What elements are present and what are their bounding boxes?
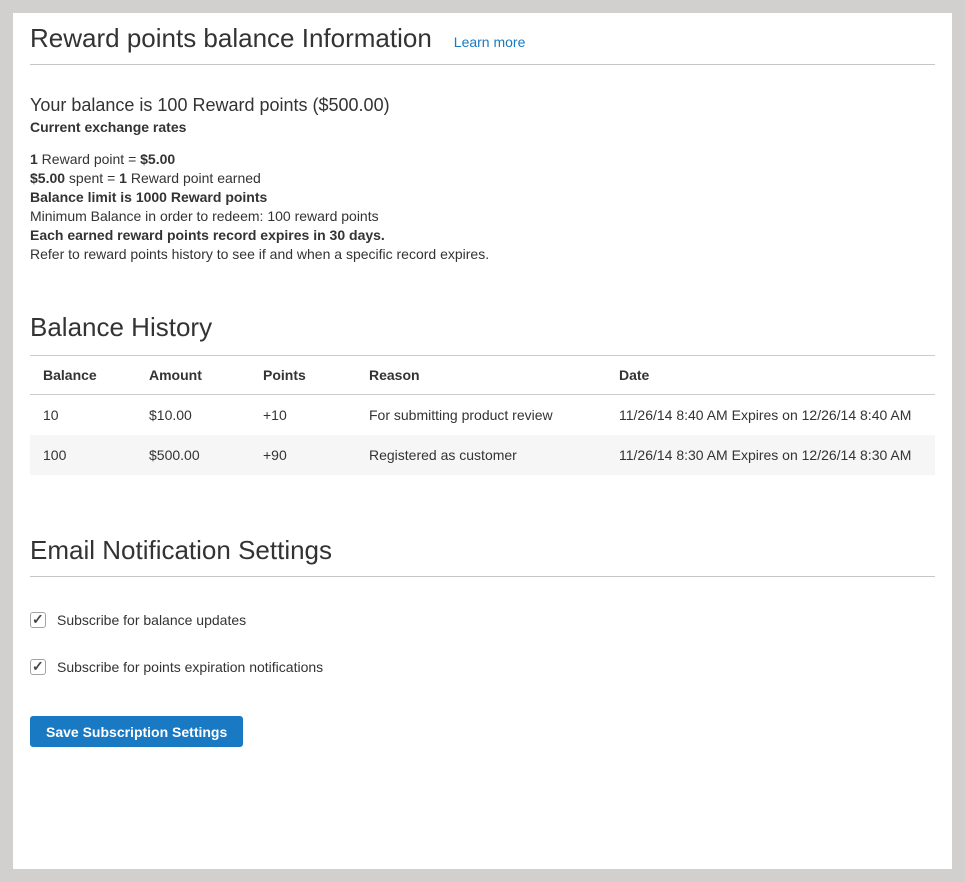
expiration-note: Refer to reward points history to see if… — [30, 245, 935, 264]
column-header-balance: Balance — [30, 356, 136, 395]
cell-amount: $500.00 — [136, 435, 250, 475]
page-background: { "header": { "title": "Reward points ba… — [0, 0, 965, 882]
expiration-notifications-checkbox[interactable] — [30, 659, 46, 675]
cell-points: +10 — [250, 395, 356, 436]
spend-suffix-text: Reward point earned — [127, 170, 261, 186]
exchange-rates-heading: Current exchange rates — [30, 118, 935, 137]
expiration-notifications-label[interactable]: Subscribe for points expiration notifica… — [57, 658, 323, 676]
balance-updates-label[interactable]: Subscribe for balance updates — [57, 611, 246, 629]
cell-reason: Registered as customer — [356, 435, 606, 475]
minimum-balance-text: Minimum Balance in order to redeem: 100 … — [30, 207, 935, 226]
cell-date: 11/26/14 8:30 AM Expires on 12/26/14 8:3… — [606, 435, 935, 475]
page-header: Reward points balance Information Learn … — [30, 23, 935, 54]
spend-text: spent = — [65, 170, 119, 186]
column-header-date: Date — [606, 356, 935, 395]
rate-amount-value: $5.00 — [140, 151, 175, 167]
spend-amount-value: $5.00 — [30, 170, 65, 186]
save-subscription-button[interactable]: Save Subscription Settings — [30, 716, 243, 747]
exchange-rate-spend-line: $5.00 spent = 1 Reward point earned — [30, 169, 935, 188]
page-title: Reward points balance Information — [30, 23, 432, 54]
balance-updates-checkbox[interactable] — [30, 612, 46, 628]
cell-balance: 100 — [30, 435, 136, 475]
spend-points-value: 1 — [119, 170, 127, 186]
balance-summary: Your balance is 100 Reward points ($500.… — [30, 93, 935, 118]
learn-more-link[interactable]: Learn more — [454, 34, 526, 50]
table-row: 10 $10.00 +10 For submitting product rev… — [30, 395, 935, 436]
cell-balance: 10 — [30, 395, 136, 436]
email-settings-divider — [30, 576, 935, 577]
balance-updates-option: Subscribe for balance updates — [30, 611, 935, 629]
cell-points: +90 — [250, 435, 356, 475]
header-divider — [30, 64, 935, 65]
exchange-rate-lines: 1 Reward point = $5.00 $5.00 spent = 1 R… — [30, 150, 935, 188]
cell-reason: For submitting product review — [356, 395, 606, 436]
column-header-amount: Amount — [136, 356, 250, 395]
balance-limit-text: Balance limit is 1000 Reward points — [30, 188, 935, 207]
cell-amount: $10.00 — [136, 395, 250, 436]
email-settings-heading: Email Notification Settings — [30, 535, 935, 566]
rate-earn-text: Reward point = — [38, 151, 140, 167]
column-header-reason: Reason — [356, 356, 606, 395]
cell-date: 11/26/14 8:40 AM Expires on 12/26/14 8:4… — [606, 395, 935, 436]
table-row: 100 $500.00 +90 Registered as customer 1… — [30, 435, 935, 475]
table-header-row: Balance Amount Points Reason Date — [30, 356, 935, 395]
rate-points-value: 1 — [30, 151, 38, 167]
column-header-points: Points — [250, 356, 356, 395]
exchange-rate-earn-line: 1 Reward point = $5.00 — [30, 150, 935, 169]
expiration-notifications-option: Subscribe for points expiration notifica… — [30, 658, 935, 676]
balance-history-heading: Balance History — [30, 312, 935, 343]
expiration-heading: Each earned reward points record expires… — [30, 226, 935, 245]
reward-points-panel: Reward points balance Information Learn … — [13, 13, 952, 869]
balance-history-table: Balance Amount Points Reason Date 10 $10… — [30, 355, 935, 475]
